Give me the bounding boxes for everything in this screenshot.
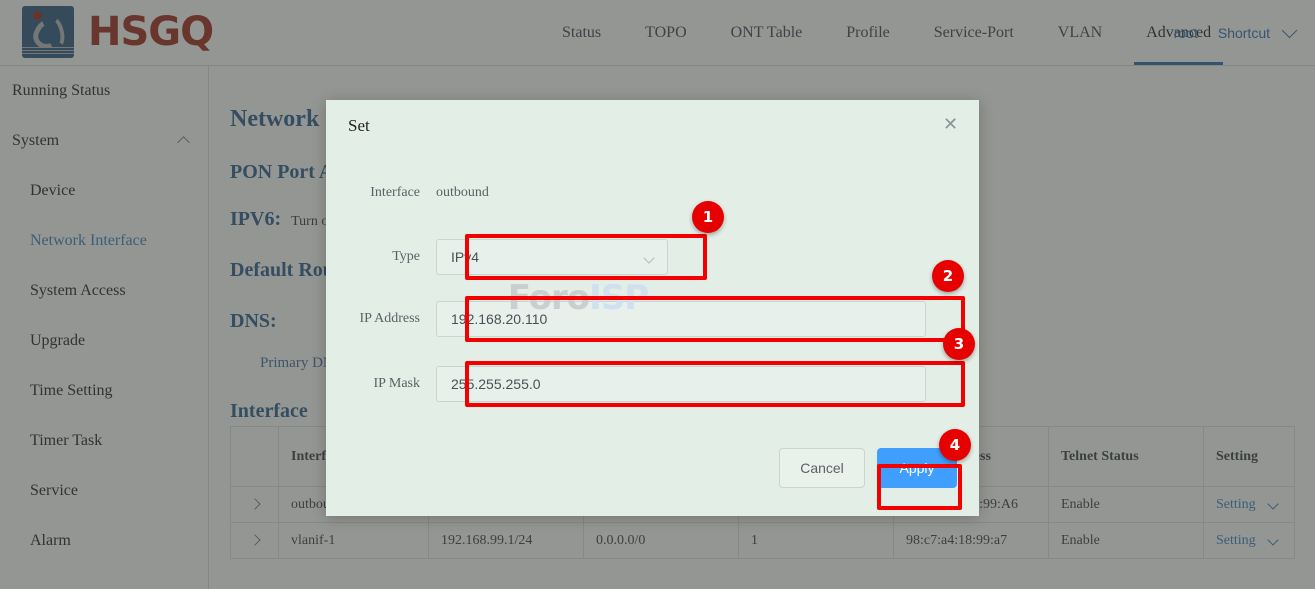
sidebar-item-device[interactable]: Device <box>0 166 208 216</box>
dialog-title: Set <box>348 116 370 136</box>
ip-mask-input[interactable]: 255.255.255.0 <box>436 366 926 402</box>
table-row[interactable]: vlanif-1 192.168.99.1/24 0.0.0.0/0 1 98:… <box>231 523 1295 559</box>
shortcut-menu[interactable]: Shortcut <box>1214 25 1274 41</box>
dialog-actions: Cancel Apply <box>779 448 957 488</box>
cell-vlan: 1 <box>739 523 894 559</box>
cell-telnet-status: Enable <box>1049 487 1204 523</box>
ip-address-row: IP Address 192.168.20.110 <box>326 301 926 337</box>
chevron-right-icon[interactable] <box>249 534 260 545</box>
cancel-button[interactable]: Cancel <box>779 448 865 488</box>
main-nav: Status TOPO ONT Table Profile Service-Po… <box>540 0 1233 65</box>
brand-logo[interactable]: HSGQ <box>22 6 213 58</box>
nav-item-profile[interactable]: Profile <box>824 0 912 65</box>
annotation-badge-3: 3 <box>943 328 975 360</box>
setting-link[interactable]: Setting <box>1216 497 1256 512</box>
annotation-badge-1: 1 <box>692 201 724 233</box>
annotation-badge-4: 4 <box>939 429 971 461</box>
cell-mac: 98:c7:a4:18:99:a7 <box>894 523 1049 559</box>
app-header: HSGQ Status TOPO ONT Table Profile Servi… <box>0 0 1315 66</box>
row-expander[interactable] <box>231 487 279 523</box>
type-select[interactable]: IPv4 <box>436 239 668 275</box>
cell-setting[interactable]: Setting <box>1204 487 1295 523</box>
sidebar-item-alarm[interactable]: Alarm <box>0 516 208 566</box>
annotation-badge-2: 2 <box>932 260 964 292</box>
nav-item-status[interactable]: Status <box>540 0 623 65</box>
type-row: Type IPv4 <box>326 239 668 275</box>
cell-interface: vlanif-1 <box>279 523 429 559</box>
col-setting: Setting <box>1204 427 1295 487</box>
sidebar-item-running-status[interactable]: Running Status <box>0 66 208 116</box>
sidebar-item-time-setting[interactable]: Time Setting <box>0 366 208 416</box>
user-menu[interactable]: root <box>1162 25 1210 41</box>
interface-label: Interface <box>326 185 436 201</box>
chevron-down-icon[interactable] <box>1282 22 1298 38</box>
chevron-down-icon[interactable] <box>1268 534 1279 545</box>
cell-telnet-status: Enable <box>1049 523 1204 559</box>
row-expander[interactable] <box>231 523 279 559</box>
sidebar-item-network-interface[interactable]: Network Interface <box>0 216 208 266</box>
hsgq-logo-icon <box>22 6 74 58</box>
user-zone: root Shortcut <box>1162 0 1303 65</box>
sidebar-item-upgrade[interactable]: Upgrade <box>0 316 208 366</box>
col-telnet-status: Telnet Status <box>1049 427 1204 487</box>
nav-item-topo[interactable]: TOPO <box>623 0 709 65</box>
sidebar-item-label: System <box>12 132 59 150</box>
ipv6-label: IPV6: <box>230 208 281 231</box>
sidebar-item-system-access[interactable]: System Access <box>0 266 208 316</box>
col-expander <box>231 427 279 487</box>
sidebar-item-service[interactable]: Service <box>0 466 208 516</box>
interface-row: Interface outbound <box>326 185 489 201</box>
ip-address-input[interactable]: 192.168.20.110 <box>436 301 926 337</box>
nav-item-vlan[interactable]: VLAN <box>1036 0 1124 65</box>
chevron-right-icon[interactable] <box>249 498 260 509</box>
ip-mask-label: IP Mask <box>326 376 436 392</box>
setting-link[interactable]: Setting <box>1216 533 1256 548</box>
nav-item-ont-table[interactable]: ONT Table <box>709 0 825 65</box>
brand-name: HSGQ <box>88 9 213 55</box>
type-select-value: IPv4 <box>451 249 479 265</box>
set-dialog: Set ✕ Interface outbound Type IPv4 IP Ad… <box>326 100 979 516</box>
cell-setting[interactable]: Setting <box>1204 523 1295 559</box>
sidebar-item-timer-task[interactable]: Timer Task <box>0 416 208 466</box>
cell-default-route: 0.0.0.0/0 <box>584 523 739 559</box>
app-root: HSGQ Status TOPO ONT Table Profile Servi… <box>0 0 1315 589</box>
type-label: Type <box>326 249 436 265</box>
ip-mask-row: IP Mask 255.255.255.0 <box>326 366 926 402</box>
cell-ip-address: 192.168.99.1/24 <box>429 523 584 559</box>
chevron-down-icon[interactable] <box>1268 498 1279 509</box>
sidebar-item-system[interactable]: System <box>0 116 208 166</box>
chevron-up-icon[interactable] <box>177 136 190 149</box>
ip-address-label: IP Address <box>326 311 436 327</box>
close-icon[interactable]: ✕ <box>943 116 961 134</box>
chevron-down-icon[interactable] <box>643 252 654 263</box>
interface-value: outbound <box>436 185 489 201</box>
nav-item-service-port[interactable]: Service-Port <box>912 0 1036 65</box>
sidebar: Running Status System Device Network Int… <box>0 66 209 589</box>
